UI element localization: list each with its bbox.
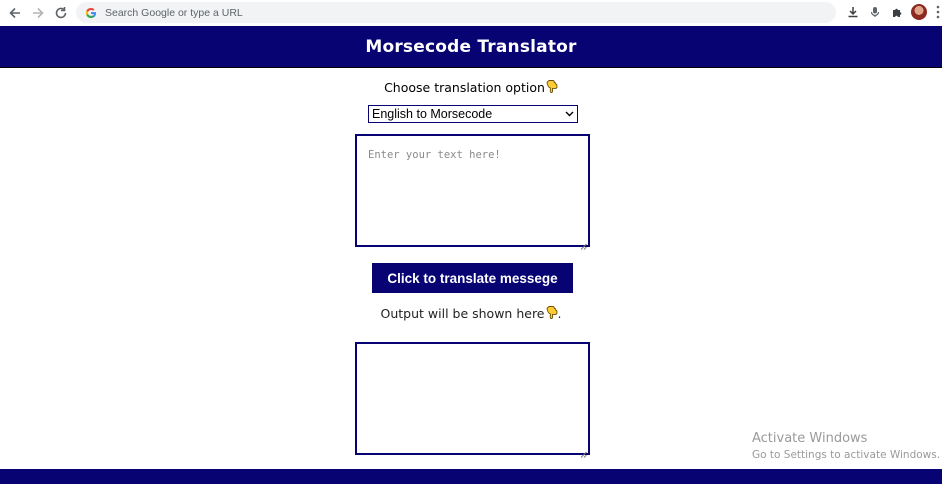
microphone-icon[interactable] bbox=[867, 4, 883, 20]
output-label-text: Output will be shown here bbox=[380, 305, 545, 321]
select-selected-value: English to Morsecode bbox=[372, 107, 493, 121]
resize-grip-icon[interactable] bbox=[580, 445, 587, 458]
app-title: Morsecode Translator bbox=[365, 36, 577, 57]
omnibox-placeholder: Search Google or type a URL bbox=[105, 6, 243, 19]
activate-windows-watermark: Activate Windows Go to Settings to activ… bbox=[752, 431, 940, 462]
app-header: Morsecode Translator bbox=[0, 26, 942, 68]
output-textarea[interactable] bbox=[355, 342, 590, 458]
watermark-title: Activate Windows bbox=[752, 431, 868, 446]
choose-option-text: Choose translation option bbox=[384, 79, 545, 95]
menu-kebab-icon[interactable] bbox=[935, 4, 941, 20]
profile-avatar[interactable] bbox=[911, 4, 927, 20]
back-arrow-icon[interactable] bbox=[5, 3, 25, 23]
choose-option-label: Choose translation option bbox=[0, 78, 942, 96]
omnibox[interactable]: Search Google or type a URL bbox=[76, 2, 836, 23]
pointing-down-hand-icon bbox=[546, 79, 558, 96]
download-icon[interactable] bbox=[845, 4, 861, 20]
google-g-icon bbox=[83, 5, 99, 21]
input-textarea[interactable]: Enter your text here! bbox=[355, 134, 590, 250]
translate-button[interactable]: Click to translate messege bbox=[372, 263, 573, 293]
watermark-subtitle: Go to Settings to activate Windows. bbox=[752, 449, 941, 461]
translation-option-select[interactable]: English to Morsecode bbox=[368, 105, 578, 123]
output-label-suffix: . bbox=[557, 305, 562, 321]
extensions-puzzle-icon[interactable] bbox=[889, 4, 905, 20]
pointing-down-hand-icon bbox=[546, 305, 558, 322]
output-label: Output will be shown here . bbox=[0, 304, 942, 322]
chevron-down-icon bbox=[563, 108, 575, 120]
forward-arrow-icon[interactable] bbox=[28, 3, 48, 23]
input-placeholder: Enter your text here! bbox=[368, 149, 501, 161]
browser-toolbar: Search Google or type a URL bbox=[0, 0, 942, 25]
resize-grip-icon[interactable] bbox=[580, 237, 587, 250]
app-footer bbox=[0, 469, 942, 484]
reload-icon[interactable] bbox=[51, 3, 71, 23]
